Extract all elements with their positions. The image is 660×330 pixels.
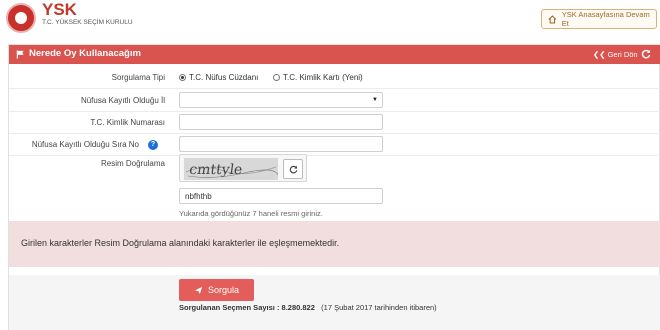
send-icon (194, 286, 203, 294)
seq-no-row: Nüfusa Kayıtlı Olduğu Sıra No ? (9, 134, 660, 156)
captcha-label: Resim Doğrulama (100, 159, 165, 168)
refresh-icon (289, 165, 297, 173)
radio-option-1-label: T.C. Nüfus Cüzdanı (189, 73, 259, 82)
home-button-label: YSK Anasayfasına Devam Et (561, 10, 650, 28)
query-panel: Nerede Oy Kullanacağım ❮❮ Geri Dön Sorgu… (8, 44, 660, 330)
captcha-image: cmttyle (184, 158, 278, 180)
brand-title: YSK (42, 0, 77, 19)
tc-no-label: T.C. Kimlik Numarası (90, 118, 165, 127)
question-icon[interactable]: ? (148, 140, 158, 150)
back-arrow-icon: ❮❮ (593, 50, 606, 59)
error-message: Girilen karakterler Resim Doğrulama alan… (21, 238, 340, 248)
radio-dot[interactable] (273, 74, 280, 81)
ysk-logo (6, 3, 36, 33)
radio-dot-selected[interactable] (179, 74, 186, 81)
back-button-label: Geri Dön (607, 50, 638, 59)
refresh-icon[interactable] (641, 49, 651, 59)
query-type-label: Sorgulama Tipi (111, 73, 165, 82)
query-type-row: Sorgulama Tipi T.C. Nüfus Cüzdanı T.C. K… (9, 64, 660, 89)
captcha-text: cmttyle (188, 162, 243, 178)
province-row: Nüfusa Kayıtlı Olduğu İl ▼ (9, 90, 660, 112)
brand-subtitle: T.C. YÜKSEK SEÇİM KURULU (42, 19, 133, 26)
site-header: YSK T.C. YÜKSEK SEÇİM KURULU YSK Anasayf… (0, 0, 660, 40)
captcha-refresh-button[interactable] (283, 159, 303, 179)
province-label: Nüfusa Kayıtlı Olduğu İl (80, 96, 165, 105)
flag-icon (16, 50, 24, 59)
seq-no-input[interactable] (179, 136, 383, 152)
seq-no-label: Nüfusa Kayıtlı Olduğu Sıra No (31, 140, 139, 149)
stats-count: Sorgulanan Seçmen Sayısı : 8.280.822 (179, 303, 315, 312)
submit-button-label: Sorgula (207, 285, 240, 295)
back-button[interactable]: ❮❮ Geri Dön (593, 50, 638, 59)
captcha-hint: Yukarıda gördüğünüz 7 haneli resmi girin… (179, 209, 323, 218)
captcha-box: cmttyle (179, 154, 307, 182)
stats-line: Sorgulanan Seçmen Sayısı : 8.280.822 (17… (179, 303, 437, 312)
submit-button[interactable]: Sorgula (179, 279, 254, 301)
error-alert: Girilen karakterler Resim Doğrulama alan… (9, 221, 660, 267)
caret-down-icon: ▼ (372, 97, 378, 103)
home-icon (548, 14, 557, 24)
radio-option-2-label: T.C. Kimlik Kartı (Yeni) (283, 73, 363, 82)
panel-title: Nerede Oy Kullanacağım (29, 48, 141, 59)
tc-no-row: T.C. Kimlik Numarası (9, 112, 660, 134)
radio-id-card-old[interactable]: T.C. Nüfus Cüzdanı (179, 73, 258, 82)
tc-no-input[interactable] (179, 114, 383, 130)
province-select[interactable]: ▼ (179, 92, 383, 108)
stats-note: (17 Şubat 2017 tarihinden itibaren) (321, 303, 437, 312)
radio-id-card-new[interactable]: T.C. Kimlik Kartı (Yeni) (273, 73, 363, 82)
home-button[interactable]: YSK Anasayfasına Devam Et (541, 9, 657, 29)
panel-header: Nerede Oy Kullanacağım ❮❮ Geri Dön (9, 45, 660, 64)
captcha-input[interactable]: nbfhthb (179, 188, 383, 204)
